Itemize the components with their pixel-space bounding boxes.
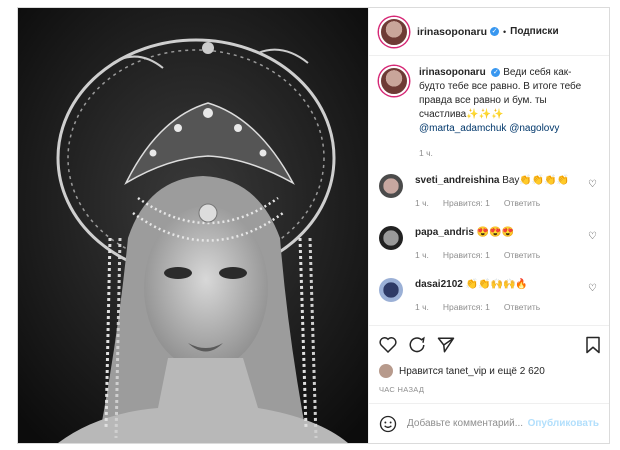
- comment-likes[interactable]: Нравится: 1: [443, 250, 490, 260]
- comment-body: dasai2102 👏👏🙌🙌🔥 1 ч. Нравится: 1 Ответить: [415, 278, 575, 314]
- caption-time[interactable]: 1 ч.: [419, 148, 433, 158]
- comment-text: Вау👏👏👏👏: [502, 175, 570, 186]
- comment-body: sveti_andreishina Вау👏👏👏👏 1 ч. Нравится: …: [415, 174, 575, 210]
- reply-button[interactable]: Ответить: [504, 302, 540, 312]
- separator-dot: •: [503, 26, 507, 37]
- reply-button[interactable]: Ответить: [504, 198, 540, 208]
- comment-meta: 1 ч. Нравится: 1 Ответить: [415, 248, 575, 262]
- caption-meta: 1 ч.: [419, 146, 589, 160]
- heart-icon[interactable]: ♡: [588, 283, 597, 294]
- comment-body: papa_andris 😍😍😍 1 ч. Нравится: 1 Ответить: [415, 226, 575, 262]
- comment-username[interactable]: dasai2102: [415, 279, 463, 290]
- comment-time[interactable]: 1 ч.: [415, 198, 429, 208]
- publish-button[interactable]: Опубликовать: [528, 418, 599, 429]
- comment-item: sveti_andreishina Вау👏👏👏👏 1 ч. Нравится: …: [379, 174, 599, 210]
- emoji-icon[interactable]: [379, 415, 397, 433]
- likes-summary[interactable]: Нравится tanet_vip и ещё 2 620: [369, 363, 609, 379]
- comment-username[interactable]: sveti_andreishina: [415, 175, 499, 186]
- post-timestamp[interactable]: ЧАС НАЗАД: [369, 379, 609, 403]
- share-icon[interactable]: [437, 336, 455, 354]
- comment-avatar[interactable]: [379, 278, 403, 302]
- comment-likes[interactable]: Нравится: 1: [443, 198, 490, 208]
- verified-icon: ✓: [491, 67, 501, 77]
- action-bar: [369, 325, 609, 363]
- caption-author[interactable]: irinasoponaru: [419, 67, 486, 78]
- heart-icon[interactable]: ♡: [588, 231, 597, 242]
- comment-time[interactable]: 1 ч.: [415, 302, 429, 312]
- comment-input[interactable]: Добавьте комментарий...: [407, 418, 528, 429]
- comment-item: papa_andris 😍😍😍 1 ч. Нравится: 1 Ответить …: [379, 226, 599, 262]
- post-photo[interactable]: [18, 8, 368, 443]
- author-username[interactable]: irinasoponaru: [417, 26, 487, 38]
- comment-time[interactable]: 1 ч.: [415, 250, 429, 260]
- comment-username[interactable]: papa_andris: [415, 227, 474, 238]
- add-comment-bar: Добавьте комментарий... Опубликовать: [369, 403, 609, 443]
- comment-item: dasai2102 👏👏🙌🙌🔥 1 ч. Нравится: 1 Ответить …: [379, 278, 599, 314]
- following-button[interactable]: Подписки: [510, 26, 558, 37]
- caption-author-avatar[interactable]: [379, 66, 409, 96]
- comment-avatar[interactable]: [379, 174, 403, 198]
- post-header: irinasoponaru ✓ • Подписки: [369, 8, 609, 56]
- post-card: irinasoponaru ✓ • Подписки irinasoponaru…: [17, 7, 610, 444]
- heart-icon[interactable]: [379, 336, 397, 353]
- comment-avatar[interactable]: [379, 226, 403, 250]
- comment-text: 👏👏🙌🙌🔥: [465, 279, 528, 290]
- liker-avatar: [379, 364, 393, 378]
- comment-meta: 1 ч. Нравится: 1 Ответить: [415, 196, 575, 210]
- post-side-panel: irinasoponaru ✓ • Подписки irinasoponaru…: [368, 8, 609, 443]
- verified-icon: ✓: [490, 27, 500, 36]
- heart-icon[interactable]: ♡: [588, 179, 597, 190]
- bookmark-icon[interactable]: [585, 336, 601, 354]
- comment-icon[interactable]: [408, 336, 426, 354]
- comment-meta: 1 ч. Нравится: 1 Ответить: [415, 300, 575, 314]
- caption-body: irinasoponaru ✓ Веди себя как-будто тебе…: [419, 66, 589, 160]
- comment-likes[interactable]: Нравится: 1: [443, 302, 490, 312]
- caption: irinasoponaru ✓ Веди себя как-будто тебе…: [379, 66, 599, 160]
- reply-button[interactable]: Ответить: [504, 250, 540, 260]
- comment-text: 😍😍😍: [476, 227, 515, 238]
- caption-mentions[interactable]: @marta_adamchuk @nagolovy: [419, 123, 559, 134]
- author-avatar[interactable]: [379, 16, 409, 47]
- comments-area: irinasoponaru ✓ Веди себя как-будто тебе…: [369, 56, 609, 325]
- portrait-image: [18, 8, 368, 443]
- likes-text[interactable]: Нравится tanet_vip и ещё 2 620: [399, 366, 545, 377]
